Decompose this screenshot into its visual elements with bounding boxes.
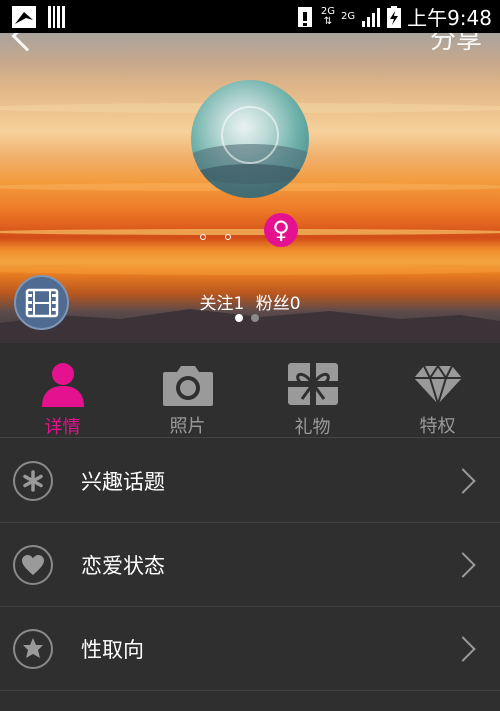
profile-detail-list: 兴趣话题 恋爱状态 性取向 <box>0 439 500 691</box>
network-indicator-2: 2G <box>340 10 356 22</box>
list-item-interests[interactable]: 兴趣话题 <box>0 439 500 523</box>
sky-streak <box>0 229 500 235</box>
share-button[interactable]: 分享 <box>430 33 482 56</box>
dot-indicator <box>225 234 231 240</box>
tab-label: 详情 <box>44 417 81 438</box>
back-button[interactable] <box>11 33 43 52</box>
camera-icon <box>162 366 213 406</box>
profile-tabs: 详情 照片 礼物 特权 <box>0 343 500 438</box>
list-item-orientation[interactable]: 性取向 <box>0 607 500 691</box>
tab-label: 特权 <box>419 416 456 437</box>
tab-details[interactable]: 详情 <box>0 343 125 438</box>
star-icon <box>13 628 53 669</box>
avatar[interactable] <box>191 80 309 198</box>
sky-streak <box>0 265 500 275</box>
chevron-right-icon <box>450 551 476 578</box>
chevron-right-icon <box>450 467 476 494</box>
avatar-wave <box>191 164 309 198</box>
list-item-label: 兴趣话题 <box>81 469 165 494</box>
follow-stats: 关注1 粉丝0 <box>0 289 500 314</box>
clock: 上午9:48 <box>407 6 492 30</box>
tab-label: 照片 <box>169 416 206 437</box>
tab-photos[interactable]: 照片 <box>125 343 250 438</box>
dot-indicator <box>200 234 206 240</box>
following-count[interactable]: 关注1 <box>199 294 244 314</box>
fans-count[interactable]: 粉丝0 <box>256 294 301 314</box>
chevron-right-icon <box>450 635 476 662</box>
list-item-relationship[interactable]: 恋爱状态 <box>0 523 500 607</box>
diamond-icon <box>413 364 462 406</box>
photo-pager <box>235 314 259 322</box>
status-bar: 2G ⇅ 2G 上午9:48 <box>0 0 500 33</box>
tab-gifts[interactable]: 礼物 <box>250 343 375 438</box>
avatar-bubble <box>221 106 279 164</box>
heart-icon <box>13 544 53 585</box>
list-item-label: 恋爱状态 <box>81 553 165 578</box>
list-item-label: 性取向 <box>81 637 144 662</box>
pager-dot-active <box>235 314 243 322</box>
asterisk-icon <box>13 460 53 501</box>
tab-label: 礼物 <box>294 417 331 438</box>
tab-privileges[interactable]: 特权 <box>375 343 500 438</box>
signal-icon <box>362 7 381 27</box>
gift-icon <box>287 363 338 405</box>
person-icon <box>41 363 84 407</box>
notification-bird-icon <box>12 5 36 28</box>
female-gender-icon: ♀ <box>264 213 298 247</box>
battery-charging-icon <box>387 5 402 28</box>
barcode-icon <box>48 5 65 28</box>
profile-header: 分享 ♀ 关注1 粉丝0 <box>0 33 500 343</box>
pager-dot <box>251 314 259 322</box>
sim-alert-icon <box>297 6 312 27</box>
network-indicator-1: 2G ⇅ <box>320 5 335 27</box>
